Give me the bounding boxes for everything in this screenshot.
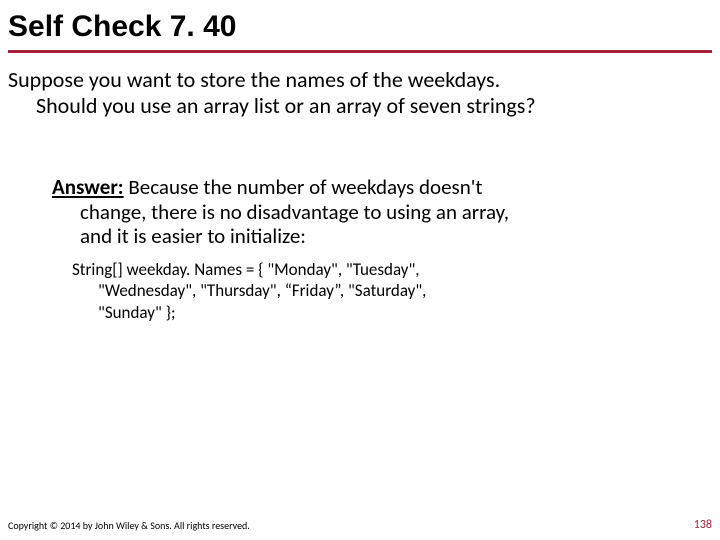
- question-line-2: Should you use an array list or an array…: [8, 93, 708, 119]
- code-line-2: "Wednesday", "Thursday", “Friday”, "Satu…: [72, 280, 680, 301]
- answer-line-1: Because the number of weekdays doesn't: [124, 174, 483, 200]
- answer-text: Answer: Because the number of weekdays d…: [0, 175, 720, 249]
- question-line-1: Suppose you want to store the names of t…: [8, 66, 500, 93]
- answer-line-2: change, there is no disadvantage to usin…: [52, 200, 684, 225]
- code-block: String[] weekday. Names = { "Monday", "T…: [0, 259, 720, 323]
- slide: Self Check 7. 40 Suppose you want to sto…: [0, 0, 720, 540]
- title-divider: [8, 50, 712, 53]
- footer: Copyright © 2014 by John Wiley & Sons. A…: [8, 518, 712, 532]
- code-line-3: "Sunday" };: [72, 302, 680, 323]
- page-number: 138: [694, 518, 712, 532]
- answer-line-3: and it is easier to initialize:: [52, 224, 684, 249]
- question-text: Suppose you want to store the names of t…: [0, 67, 720, 119]
- page-title: Self Check 7. 40: [0, 0, 720, 50]
- code-line-1: String[] weekday. Names = { "Monday", "T…: [72, 259, 420, 280]
- copyright-text: Copyright © 2014 by John Wiley & Sons. A…: [8, 519, 250, 532]
- answer-label: Answer:: [52, 174, 124, 200]
